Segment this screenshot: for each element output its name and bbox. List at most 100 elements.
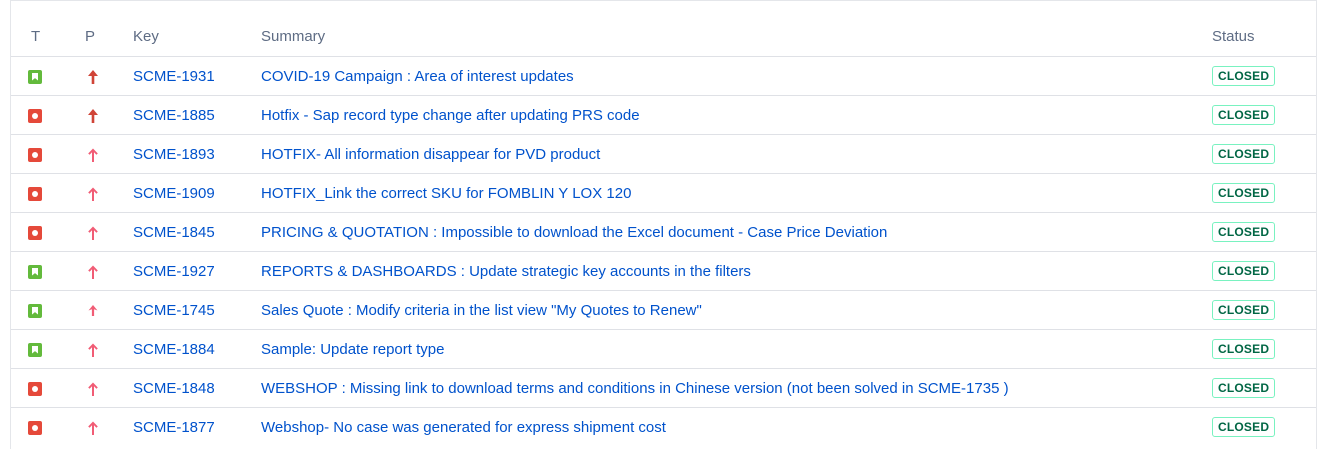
status-cell: CLOSED	[1212, 56, 1316, 96]
issue-summary-link[interactable]: Webshop- No case was generated for expre…	[261, 419, 666, 436]
issue-key-link[interactable]: SCME-1848	[133, 380, 215, 397]
status-badge: CLOSED	[1212, 66, 1276, 86]
issue-summary-link[interactable]: Hotfix - Sap record type change after up…	[261, 107, 640, 124]
issue-key-link[interactable]: SCME-1745	[133, 302, 215, 319]
column-header-summary[interactable]: Summary	[261, 16, 1212, 57]
table-header-row: T P Key Summary Status	[11, 16, 1316, 57]
key-cell: SCME-1884	[133, 329, 261, 369]
issue-key-link[interactable]: SCME-1877	[133, 419, 215, 436]
summary-cell: HOTFIX_Link the correct SKU for FOMBLIN …	[261, 173, 1212, 213]
issue-key-link[interactable]: SCME-1845	[133, 224, 215, 241]
issue-summary-link[interactable]: COVID-19 Campaign : Area of interest upd…	[261, 68, 574, 85]
issue-table: T P Key Summary Status SCME-1931 COVID-19…	[11, 16, 1316, 446]
summary-cell: HOTFIX- All information disappear for PV…	[261, 134, 1212, 174]
table-row[interactable]: SCME-1745 Sales Quote : Modify criteria i…	[11, 290, 1316, 330]
table-row[interactable]: SCME-1931 COVID-19 Campaign : Area of int…	[11, 56, 1316, 96]
type-cell	[11, 368, 81, 408]
priority-high-icon	[87, 381, 99, 397]
issue-key-link[interactable]: SCME-1931	[133, 68, 215, 85]
status-badge: CLOSED	[1212, 105, 1276, 125]
issue-summary-link[interactable]: Sample: Update report type	[261, 341, 444, 358]
type-cell	[11, 134, 81, 174]
summary-cell: REPORTS & DASHBOARDS : Update strategic …	[261, 251, 1212, 291]
issue-summary-link[interactable]: WEBSHOP : Missing link to download terms…	[261, 380, 1009, 397]
column-header-priority[interactable]: P	[81, 16, 133, 57]
priority-high-icon	[87, 186, 99, 202]
priority-cell	[81, 251, 133, 291]
table-row[interactable]: SCME-1848 WEBSHOP : Missing link to downl…	[11, 368, 1316, 408]
status-cell: CLOSED	[1212, 329, 1316, 369]
type-cell	[11, 173, 81, 213]
priority-high-icon	[87, 225, 99, 241]
type-cell	[11, 56, 81, 96]
status-badge: CLOSED	[1212, 339, 1276, 359]
column-header-type[interactable]: T	[11, 16, 81, 57]
key-cell: SCME-1931	[133, 56, 261, 96]
issue-key-link[interactable]: SCME-1909	[133, 185, 215, 202]
status-cell: CLOSED	[1212, 173, 1316, 213]
status-cell: CLOSED	[1212, 408, 1316, 447]
type-cell	[11, 329, 81, 369]
status-badge: CLOSED	[1212, 222, 1276, 242]
status-badge: CLOSED	[1212, 378, 1276, 398]
issue-key-link[interactable]: SCME-1927	[133, 263, 215, 280]
summary-cell: Sales Quote : Modify criteria in the lis…	[261, 290, 1212, 330]
table-row[interactable]: SCME-1909 HOTFIX_Link the correct SKU for…	[11, 173, 1316, 213]
priority-medium-icon	[87, 303, 99, 319]
issue-summary-link[interactable]: Sales Quote : Modify criteria in the lis…	[261, 302, 702, 319]
bug-icon	[28, 381, 42, 396]
summary-cell: Sample: Update report type	[261, 329, 1212, 369]
bug-icon	[28, 225, 42, 240]
status-cell: CLOSED	[1212, 95, 1316, 135]
type-cell	[11, 408, 81, 447]
status-cell: CLOSED	[1212, 251, 1316, 291]
priority-cell	[81, 56, 133, 96]
key-cell: SCME-1909	[133, 173, 261, 213]
status-cell: CLOSED	[1212, 290, 1316, 330]
type-cell	[11, 251, 81, 291]
key-cell: SCME-1927	[133, 251, 261, 291]
table-row[interactable]: SCME-1884 Sample: Update report type CLOSE…	[11, 329, 1316, 369]
issue-key-link[interactable]: SCME-1884	[133, 341, 215, 358]
key-cell: SCME-1885	[133, 95, 261, 135]
issue-summary-link[interactable]: REPORTS & DASHBOARDS : Update strategic …	[261, 263, 751, 280]
priority-highest-icon	[87, 69, 99, 85]
summary-cell: Webshop- No case was generated for expre…	[261, 408, 1212, 447]
key-cell: SCME-1877	[133, 408, 261, 447]
table-row[interactable]: SCME-1885 Hotfix - Sap record type change…	[11, 95, 1316, 135]
key-cell: SCME-1745	[133, 290, 261, 330]
table-row[interactable]: SCME-1893 HOTFIX- All information disappe…	[11, 134, 1316, 174]
status-badge: CLOSED	[1212, 417, 1276, 437]
bug-icon	[28, 108, 42, 123]
priority-high-icon	[87, 420, 99, 436]
priority-cell	[81, 212, 133, 252]
bug-icon	[28, 147, 42, 162]
story-icon	[28, 342, 42, 357]
issue-key-link[interactable]: SCME-1893	[133, 146, 215, 163]
issue-key-link[interactable]: SCME-1885	[133, 107, 215, 124]
priority-cell	[81, 329, 133, 369]
type-cell	[11, 212, 81, 252]
summary-cell: PRICING & QUOTATION : Impossible to down…	[261, 212, 1212, 252]
type-cell	[11, 95, 81, 135]
column-header-key[interactable]: Key	[133, 16, 261, 57]
priority-high-icon	[87, 147, 99, 163]
column-header-status[interactable]: Status	[1212, 16, 1316, 57]
priority-cell	[81, 408, 133, 447]
priority-highest-icon	[87, 108, 99, 124]
table-row[interactable]: SCME-1845 PRICING & QUOTATION : Impossibl…	[11, 212, 1316, 252]
issue-summary-link[interactable]: HOTFIX_Link the correct SKU for FOMBLIN …	[261, 185, 631, 202]
key-cell: SCME-1848	[133, 368, 261, 408]
bug-icon	[28, 420, 42, 435]
story-icon	[28, 264, 42, 279]
key-cell: SCME-1845	[133, 212, 261, 252]
status-cell: CLOSED	[1212, 212, 1316, 252]
bug-icon	[28, 186, 42, 201]
summary-cell: COVID-19 Campaign : Area of interest upd…	[261, 56, 1212, 96]
summary-cell: Hotfix - Sap record type change after up…	[261, 95, 1212, 135]
issue-summary-link[interactable]: PRICING & QUOTATION : Impossible to down…	[261, 224, 887, 241]
table-row[interactable]: SCME-1877 Webshop- No case was generated …	[11, 408, 1316, 447]
issue-summary-link[interactable]: HOTFIX- All information disappear for PV…	[261, 146, 600, 163]
status-badge: CLOSED	[1212, 183, 1276, 203]
table-row[interactable]: SCME-1927 REPORTS & DASHBOARDS : Update s…	[11, 251, 1316, 291]
